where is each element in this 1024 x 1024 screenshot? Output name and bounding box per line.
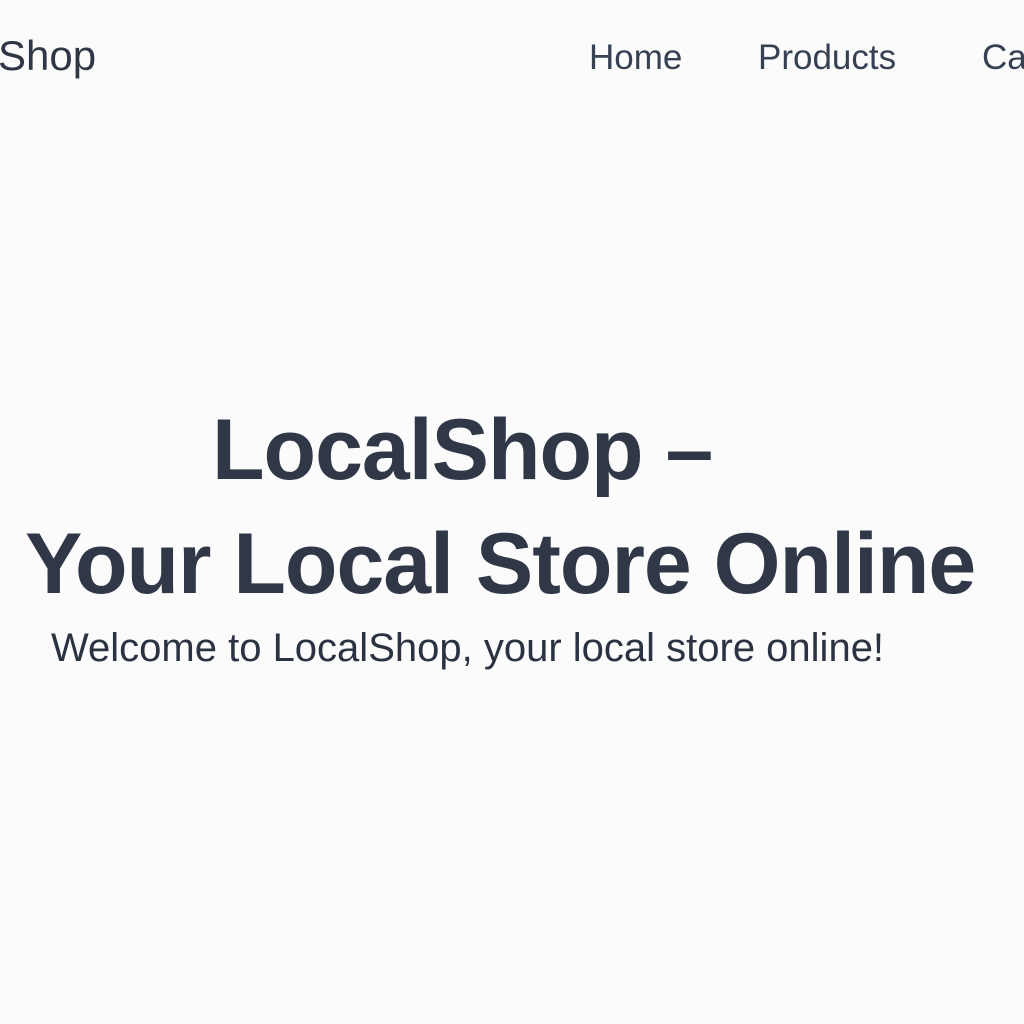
nav-link-home[interactable]: Home [589, 36, 682, 80]
hero-subtitle: Welcome to LocalShop, your local store o… [51, 626, 885, 670]
nav-link-cart[interactable]: Ca [982, 36, 1024, 80]
hero-section: LocalShop – Your Local Store Online Welc… [0, 330, 1024, 670]
nav-link-products[interactable]: Products [758, 36, 896, 80]
hero-title-line-2: Your Local Store Online [25, 515, 976, 612]
main-nav: Home Products Ca [0, 36, 1024, 80]
hero-title-line-1: LocalShop – [212, 401, 713, 498]
site-header: Shop Home Products Ca [0, 0, 1024, 110]
